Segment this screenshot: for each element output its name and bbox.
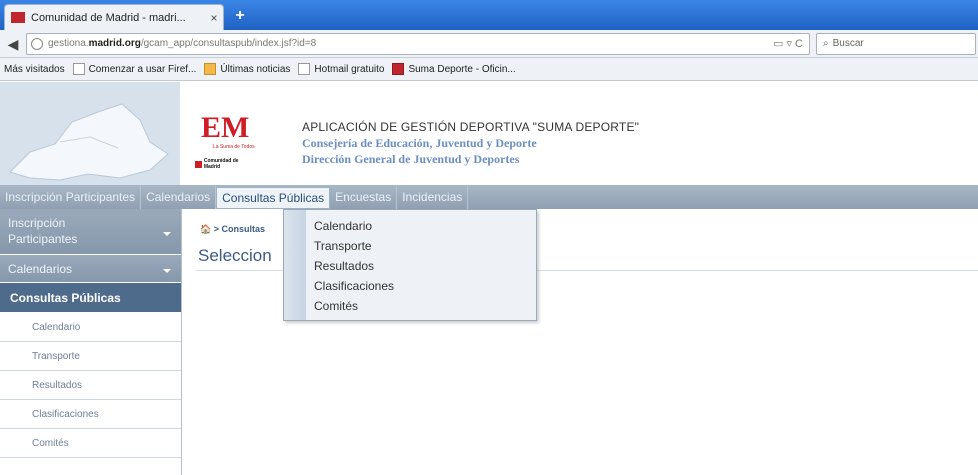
sidebar-group-consultas-publicas[interactable]: Consultas Públicas — [0, 283, 181, 313]
menu-inscripcion[interactable]: Inscripción Participantes — [0, 185, 142, 209]
sidebar-item-resultados[interactable]: Resultados — [0, 371, 181, 400]
back-arrow-icon[interactable]: ◀ — [4, 35, 22, 53]
sidebar-item-clasificaciones[interactable]: Clasificaciones — [0, 400, 181, 429]
globe-icon — [31, 37, 43, 50]
bookmark-comenzar[interactable]: Comenzar a usar Firef... — [72, 63, 197, 75]
comunidad-madrid-logo[interactable]: EM La Suma de Todos Comunidad de Madrid — [195, 112, 255, 170]
app-title: APLICACIÓN DE GESTIÓN DEPORTIVA "SUMA DE… — [302, 120, 640, 134]
sidebar: Inscripción Participantes Calendarios Co… — [0, 209, 182, 475]
logo-mark: EM — [201, 111, 250, 144]
bookmark-hotmail[interactable]: Hotmail gratuito — [298, 63, 384, 75]
dropdown-item-clasificaciones[interactable]: Clasificaciones — [314, 276, 394, 296]
bookmark-label: Suma Deporte - Oficin... — [408, 63, 516, 75]
search-icon: ⌕ — [823, 38, 829, 49]
bookmark-label: Más visitados — [4, 63, 65, 75]
url-path: /gcam_app/consultaspub/index.jsf?id=8 — [140, 38, 317, 49]
url-domain: madrid.org — [88, 38, 141, 49]
url-prefix: gestiona. — [48, 38, 89, 49]
chevron-down-icon — [163, 231, 171, 236]
menu-incidencias[interactable]: Incidencias — [397, 185, 469, 209]
reload-controls[interactable]: ▭ ▿ C — [749, 37, 809, 50]
browser-tab-strip: Comunidad de Madrid - madri... × + — [0, 0, 978, 30]
madrid-icon — [392, 63, 405, 75]
bookmark-label: Hotmail gratuito — [314, 63, 385, 75]
dropdown-item-transporte[interactable]: Transporte — [314, 236, 394, 256]
tab-title: Comunidad de Madrid - madri... — [31, 11, 186, 24]
page-icon — [298, 63, 311, 75]
header-consejeria: Consejería de Educación, Juventud y Depo… — [302, 136, 537, 150]
close-tab-icon[interactable]: × — [205, 11, 223, 25]
dropdown-item-calendario[interactable]: Calendario — [314, 216, 394, 236]
navigation-bar: ◀ gestiona. madrid.org/gcam_app/consultas… — [0, 30, 978, 58]
address-bar[interactable]: gestiona. madrid.org/gcam_app/consultaspu… — [26, 32, 810, 55]
top-menu-bar: Inscripción Participantes Calendarios Co… — [0, 185, 978, 209]
sidebar-group-inscripcion[interactable]: Inscripción Participantes — [0, 209, 181, 255]
browser-tab[interactable]: Comunidad de Madrid - madri... × — [4, 4, 224, 30]
bookmark-ultimas-noticias[interactable]: Últimas noticias — [204, 63, 290, 75]
chevron-down-icon — [163, 268, 171, 273]
bookmark-label: Últimas noticias — [220, 63, 291, 75]
madrid-favicon-icon — [11, 12, 25, 23]
sidebar-item-comites[interactable]: Comités — [0, 429, 181, 458]
rss-icon — [204, 63, 217, 75]
bookmark-mas-visitados[interactable]: Más visitados — [4, 64, 65, 75]
dropdown-item-resultados[interactable]: Resultados — [314, 256, 394, 276]
madrid-map-image — [0, 82, 180, 185]
menu-encuestas[interactable]: Encuestas — [330, 185, 398, 209]
bookmark-suma-deporte[interactable]: Suma Deporte - Oficin... — [392, 63, 516, 75]
logo-subtitle: La Suma de Todos — [213, 144, 255, 150]
search-placeholder: Buscar — [832, 38, 864, 49]
menu-consultas-publicas[interactable]: Consultas Públicas — [216, 186, 331, 209]
search-input[interactable]: ⌕ Buscar — [816, 32, 976, 55]
sidebar-group-label: Inscripción Participantes — [8, 216, 78, 246]
page-icon — [72, 63, 85, 75]
logo-caption: Comunidad de Madrid — [195, 158, 255, 170]
dropdown-gutter — [284, 210, 306, 320]
dropdown-item-comites[interactable]: Comités — [314, 296, 394, 316]
page-title: Seleccion — [198, 246, 272, 265]
sidebar-group-label: Calendarios — [8, 262, 73, 276]
new-tab-button[interactable]: + — [228, 7, 252, 27]
sidebar-item-calendario[interactable]: Calendario — [0, 313, 181, 342]
bookmark-label: Comenzar a usar Firef... — [88, 63, 197, 75]
sidebar-group-calendarios[interactable]: Calendarios — [0, 255, 181, 283]
menu-calendarios[interactable]: Calendarios — [141, 185, 217, 209]
breadcrumb[interactable]: 🏠 > Consultas — [200, 224, 265, 235]
header-direccion: Dirección General de Juventud y Deportes — [302, 152, 520, 166]
consultas-dropdown-menu: Calendario Transporte Resultados Clasifi… — [283, 209, 537, 321]
bookmarks-toolbar: Más visitados Comenzar a usar Firef... Ú… — [0, 58, 978, 81]
sidebar-item-transporte[interactable]: Transporte — [0, 342, 181, 371]
